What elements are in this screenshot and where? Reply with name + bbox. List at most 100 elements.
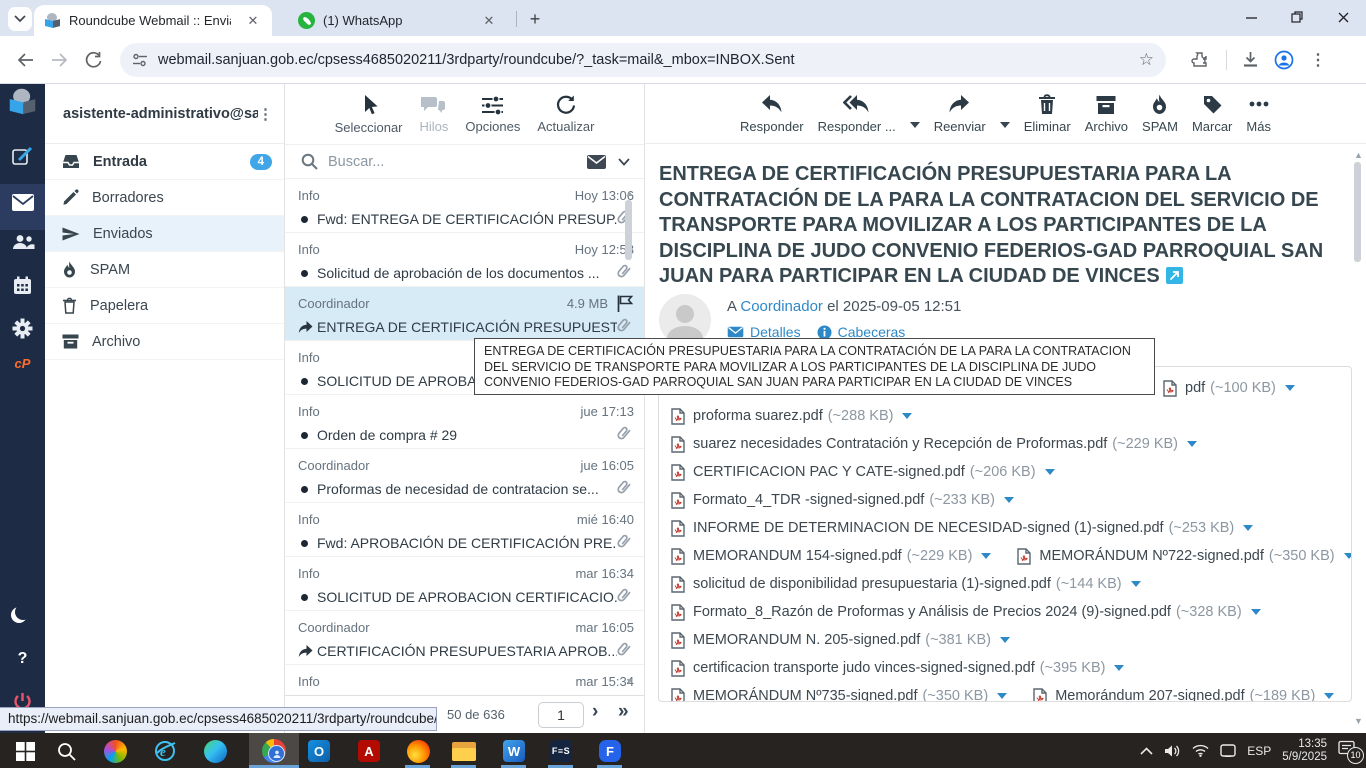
message-row[interactable]: Infomar 15:34 (285, 665, 644, 695)
forward-button[interactable]: Reenviar (934, 94, 986, 134)
compose-icon[interactable] (0, 146, 45, 167)
internet-explorer-icon[interactable]: e (151, 737, 179, 765)
sidebar-item-archivo[interactable]: Archivo (45, 324, 284, 360)
search-options-chevron-icon[interactable] (618, 158, 630, 166)
attachment-item[interactable]: Formato_4_TDR -signed-signed.pdf(~233 KB… (671, 492, 1014, 509)
notification-center-icon[interactable]: 10 (1338, 740, 1360, 762)
settings-gear-icon[interactable] (0, 318, 45, 339)
page-number-input[interactable]: 1 (538, 702, 584, 728)
attachment-item[interactable]: MEMORANDUM N. 205-signed.pdf(~381 KB) (671, 632, 1010, 649)
delete-button[interactable]: Eliminar (1024, 94, 1071, 134)
mail-scroll-up-icon[interactable]: ▲ (1354, 150, 1363, 160)
forward-icon[interactable] (42, 43, 76, 77)
threads-button[interactable]: Hilos (420, 95, 449, 134)
profile-avatar-icon[interactable] (1267, 43, 1301, 77)
sidebar-item-papelera[interactable]: Papelera (45, 288, 284, 324)
mark-button[interactable]: Marcar (1192, 94, 1232, 134)
attachment-item[interactable]: certificacion transporte judo vinces-sig… (671, 660, 1124, 677)
reply-all-button[interactable]: Responder ... (818, 94, 896, 134)
flag-icon[interactable] (615, 294, 634, 313)
select-button[interactable]: Seleccionar (335, 94, 403, 135)
mail-icon[interactable] (0, 194, 45, 211)
message-row[interactable]: Coordinadorjue 16:05Proformas de necesid… (285, 449, 644, 503)
attachment-item[interactable]: MEMORÁNDUM Nº735-signed.pdf(~350 KB) (671, 688, 1007, 703)
attachment-menu-caret-icon[interactable] (1114, 665, 1124, 671)
attachment-menu-caret-icon[interactable] (1243, 525, 1253, 531)
site-settings-icon[interactable] (132, 53, 148, 67)
dark-mode-moon-icon[interactable] (0, 604, 45, 620)
attachment-item[interactable]: Formato_8_Razón de Proformas y Análisis … (671, 604, 1261, 621)
attachment-item[interactable]: Memorándum 207-signed.pdf(~189 KB) (1033, 688, 1334, 703)
f-app-icon[interactable]: F (596, 737, 624, 765)
attachment-menu-caret-icon[interactable] (981, 553, 991, 559)
fe-app-icon[interactable]: F≡S (547, 737, 575, 765)
attachment-menu-caret-icon[interactable] (1131, 581, 1141, 587)
tab-roundcube[interactable]: Roundcube Webmail :: Enviados ✕ (34, 5, 272, 36)
mail-scrollbar-thumb[interactable] (1354, 162, 1361, 262)
archive-button[interactable]: Archivo (1085, 94, 1128, 134)
reply-all-menu-caret-icon[interactable] (910, 122, 920, 128)
attachment-item[interactable]: proforma suarez.pdf(~288 KB) (671, 408, 912, 425)
taskbar-search-icon[interactable] (52, 737, 80, 765)
sidebar-item-enviados[interactable]: Enviados (45, 216, 284, 252)
options-button[interactable]: Opciones (465, 95, 520, 134)
taskbar-clock[interactable]: 13:35 5/9/2025 (1282, 738, 1327, 764)
attachment-menu-caret-icon[interactable] (1045, 469, 1055, 475)
message-row[interactable]: Infomié 16:40Fwd: APROBACIÓN DE CERTIFIC… (285, 503, 644, 557)
attachment-menu-caret-icon[interactable] (1285, 385, 1295, 391)
new-tab-button[interactable]: + (524, 8, 546, 30)
outlook-icon[interactable]: O (305, 737, 333, 765)
attachment-item[interactable]: solicitud de disponibilidad presupuestar… (671, 576, 1141, 593)
attachment-menu-caret-icon[interactable] (1187, 441, 1197, 447)
message-row[interactable]: Coordinador4.9 MBENTREGA DE CERTIFICACIÓ… (285, 287, 644, 341)
attachment-item[interactable]: INFORME DE DETERMINACION DE NECESIDAD-si… (671, 520, 1253, 537)
chrome-icon[interactable] (260, 737, 288, 765)
cpanel-logo[interactable]: cP (0, 356, 45, 371)
volume-icon[interactable] (1164, 744, 1181, 758)
calendar-icon[interactable] (0, 276, 45, 295)
open-in-new-window-icon[interactable] (1166, 267, 1183, 284)
message-row[interactable]: InfoHoy 13:06Fwd: ENTREGA DE CERTIFICACI… (285, 179, 644, 233)
mail-scroll-down-icon[interactable]: ▼ (1354, 716, 1363, 726)
attachment-menu-caret-icon[interactable] (1251, 609, 1261, 615)
copilot-icon[interactable] (101, 737, 129, 765)
acrobat-icon[interactable]: A (355, 737, 383, 765)
edge-icon[interactable] (201, 737, 229, 765)
message-row[interactable]: Infojue 17:13Orden de compra # 29 (285, 395, 644, 449)
next-page-icon[interactable]: › (592, 701, 598, 723)
word-icon[interactable]: W (500, 737, 528, 765)
message-row[interactable]: Coordinadormar 16:05CERTIFICACIÓN PRESUP… (285, 611, 644, 665)
tray-chevron-up-icon[interactable] (1140, 747, 1153, 755)
wifi-icon[interactable] (1192, 744, 1209, 757)
attachment-menu-caret-icon[interactable] (902, 413, 912, 419)
sidebar-item-spam[interactable]: SPAM (45, 252, 284, 288)
start-button[interactable] (11, 737, 39, 765)
tab-whatsapp[interactable]: (1) WhatsApp ✕ (288, 5, 508, 36)
attachment-menu-caret-icon[interactable] (1000, 637, 1010, 643)
tab-close-icon[interactable]: ✕ (480, 12, 498, 30)
window-close-button[interactable] (1320, 0, 1366, 34)
url-bar[interactable]: webmail.sanjuan.gob.ec/cpsess4685020211/… (120, 43, 1166, 77)
browser-menu-kebab-icon[interactable]: ⋮ (1301, 43, 1335, 77)
language-indicator[interactable]: ESP (1247, 744, 1271, 758)
attachment-menu-caret-icon[interactable] (1004, 497, 1014, 503)
cast-device-icon[interactable] (1220, 744, 1236, 757)
contacts-icon[interactable] (0, 234, 45, 251)
attachment-item[interactable]: pdf(~100 KB) (1163, 380, 1295, 397)
attachment-item[interactable]: MEMORANDUM 154-signed.pdf(~229 KB) (671, 548, 991, 565)
file-explorer-icon[interactable] (450, 737, 478, 765)
firefox-icon[interactable] (404, 737, 432, 765)
sidebar-item-entrada[interactable]: Entrada 4 (45, 144, 284, 180)
reply-button[interactable]: Responder (740, 94, 804, 134)
more-button[interactable]: Más (1246, 94, 1271, 134)
message-row[interactable]: Infomar 16:34SOLICITUD DE APROBACION CER… (285, 557, 644, 611)
refresh-button[interactable]: Actualizar (537, 94, 594, 134)
account-menu-kebab-icon[interactable]: ⋮ (258, 105, 274, 123)
tabstrip-chevron-down-icon[interactable] (8, 7, 32, 31)
url-text[interactable]: webmail.sanjuan.gob.ec/cpsess4685020211/… (158, 52, 1131, 68)
attachment-menu-caret-icon[interactable] (1324, 693, 1334, 699)
search-input[interactable] (328, 154, 587, 170)
attachment-menu-caret-icon[interactable] (997, 693, 1007, 699)
attachment-item[interactable]: suarez necesidades Contratación y Recepc… (671, 436, 1197, 453)
message-row[interactable]: InfoHoy 12:58Solicitud de aprobación de … (285, 233, 644, 287)
